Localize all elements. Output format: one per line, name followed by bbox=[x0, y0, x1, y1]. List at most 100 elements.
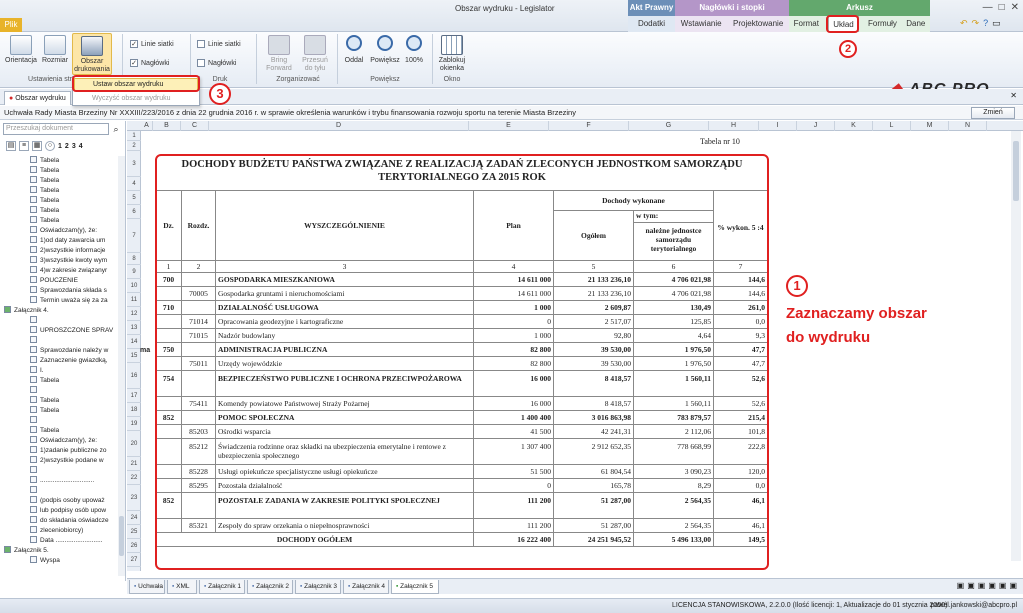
file-menu-button[interactable]: Plik bbox=[0, 18, 22, 32]
tab-format[interactable]: Format bbox=[794, 16, 819, 32]
naglowki-checkbox[interactable]: ✓ Nagłówki bbox=[130, 59, 169, 67]
tree-item[interactable]: do składania oświadcze bbox=[0, 516, 118, 526]
tree-item[interactable]: Oświadczam(y), że: bbox=[0, 436, 118, 446]
row-header[interactable]: 12 bbox=[127, 307, 141, 321]
tree-item[interactable]: Tabela bbox=[0, 166, 118, 176]
row-header[interactable]: 25 bbox=[127, 525, 141, 539]
row-header[interactable]: 7 bbox=[127, 219, 141, 253]
add-sheet-icon[interactable]: ▣ bbox=[957, 581, 965, 590]
row-header[interactable]: 9 bbox=[127, 265, 141, 279]
chart-view-icon[interactable]: ▦ bbox=[32, 141, 42, 151]
row-header[interactable]: 1 bbox=[127, 131, 141, 141]
level-1[interactable]: 1 bbox=[58, 143, 62, 150]
tree-item[interactable]: POUCZENIE bbox=[0, 276, 118, 286]
minimize-ribbon-icon[interactable]: ▭ bbox=[992, 18, 1001, 29]
column-header[interactable]: N bbox=[949, 121, 987, 131]
row-header[interactable]: 11 bbox=[127, 293, 141, 307]
row-header[interactable]: 18 bbox=[127, 403, 141, 417]
tree-item[interactable]: Sprawozdania składa s bbox=[0, 286, 118, 296]
oddal-button[interactable]: Oddal bbox=[342, 35, 366, 65]
undo-icon[interactable]: ↶ bbox=[960, 18, 968, 29]
row-header[interactable]: 5 bbox=[127, 191, 141, 205]
linie-siatki-checkbox[interactable]: ✓ Linie siatki bbox=[130, 40, 174, 48]
row-header[interactable]: 2 bbox=[127, 141, 141, 151]
chart-icon[interactable]: ▣ bbox=[999, 581, 1007, 590]
tree-item[interactable] bbox=[0, 416, 118, 426]
druk-naglowki-checkbox[interactable]: Nagłówki bbox=[197, 59, 236, 67]
column-header[interactable]: K bbox=[835, 121, 873, 131]
row-header[interactable]: 24 bbox=[127, 511, 141, 525]
tree-item[interactable]: Data .......................... bbox=[0, 536, 118, 546]
tree-item[interactable]: UPROSZCZONE SPRAV bbox=[0, 326, 118, 336]
tree-item[interactable]: Tabela bbox=[0, 396, 118, 406]
circle-icon[interactable]: ○ bbox=[45, 141, 55, 151]
tree-item[interactable]: 1)od daty zawarcia um bbox=[0, 236, 118, 246]
list-view-icon[interactable]: ≡ bbox=[19, 141, 29, 151]
tree-item[interactable] bbox=[0, 486, 118, 496]
tree-item[interactable]: Załącznik 5. bbox=[0, 546, 118, 556]
tree-item[interactable]: Tabela bbox=[0, 186, 118, 196]
tab-formuly[interactable]: Formuły bbox=[868, 16, 897, 32]
maximize-icon[interactable]: □ bbox=[999, 2, 1005, 13]
tree-item[interactable]: Tabela bbox=[0, 196, 118, 206]
help-icon[interactable]: ? bbox=[983, 18, 988, 29]
tab-dane[interactable]: Dane bbox=[906, 16, 925, 32]
tree-item[interactable]: Tabela bbox=[0, 426, 118, 436]
tree-item[interactable]: Sprawozdanie należy w bbox=[0, 346, 118, 356]
row-header[interactable]: 13 bbox=[127, 321, 141, 335]
column-header[interactable]: D bbox=[209, 121, 469, 131]
zoom-icon[interactable]: ▣ bbox=[1009, 581, 1017, 590]
tree-item[interactable]: Tabela bbox=[0, 206, 118, 216]
row-header[interactable]: 14 bbox=[127, 335, 141, 349]
column-header[interactable]: J bbox=[797, 121, 835, 131]
row-header[interactable]: 6 bbox=[127, 205, 141, 219]
sheet-tab[interactable]: ▪ Załącznik 1 bbox=[199, 580, 245, 594]
row-header[interactable]: 16 bbox=[127, 363, 141, 389]
sheet-tab[interactable]: ▪ Załącznik 2 bbox=[247, 580, 293, 594]
level-3[interactable]: 3 bbox=[72, 143, 76, 150]
sheet-tab[interactable]: ▪ XML bbox=[167, 580, 197, 594]
close-tab-icon[interactable]: ✕ bbox=[1010, 91, 1017, 100]
tab-wstawianie[interactable]: Wstawianie bbox=[681, 16, 722, 32]
column-header[interactable]: B bbox=[153, 121, 181, 131]
tree-item[interactable] bbox=[0, 386, 118, 396]
tab-dodatki[interactable]: Dodatki bbox=[638, 16, 665, 32]
scroll-thumb[interactable] bbox=[119, 516, 124, 556]
column-header[interactable]: H bbox=[709, 121, 759, 131]
tree-item[interactable]: Wyspa bbox=[0, 556, 118, 566]
close-icon[interactable]: ✕ bbox=[1011, 2, 1019, 13]
zmien-button[interactable]: Zmień bbox=[971, 107, 1015, 119]
level-2[interactable]: 2 bbox=[65, 143, 69, 150]
minimize-icon[interactable]: — bbox=[983, 2, 993, 13]
row-header[interactable]: 22 bbox=[127, 471, 141, 485]
copy-sheet-icon[interactable]: ▣ bbox=[967, 581, 975, 590]
column-header[interactable]: G bbox=[629, 121, 709, 131]
column-header[interactable]: E bbox=[469, 121, 549, 131]
tree-item[interactable]: Załącznik 4. bbox=[0, 306, 118, 316]
tree-item[interactable] bbox=[0, 466, 118, 476]
tab-obszar-wydruku[interactable]: ● Obszar wydruku bbox=[4, 91, 71, 105]
row-header[interactable]: 15 bbox=[127, 349, 141, 363]
tree-item[interactable]: .............................. bbox=[0, 476, 118, 486]
row-header[interactable]: 23 bbox=[127, 485, 141, 511]
tree-item[interactable]: lub podpisy osób upow bbox=[0, 506, 118, 516]
row-header[interactable]: 19 bbox=[127, 417, 141, 431]
wyczysc-obszar-menu-item[interactable]: Wyczyść obszar wydruku bbox=[74, 93, 198, 105]
zoom-100-button[interactable]: 100% bbox=[402, 35, 426, 65]
tree-view-icon[interactable]: ▤ bbox=[6, 141, 16, 151]
orientacja-button[interactable]: Orientacja bbox=[4, 35, 38, 65]
sheet-tab[interactable]: ▪ Załącznik 5 bbox=[391, 580, 439, 594]
tree-item[interactable]: Tabela bbox=[0, 406, 118, 416]
row-header[interactable]: 10 bbox=[127, 279, 141, 293]
powieksz-button[interactable]: Powiększ bbox=[370, 35, 400, 65]
column-header[interactable]: F bbox=[549, 121, 629, 131]
level-4[interactable]: 4 bbox=[79, 143, 83, 150]
tab-projektowanie[interactable]: Projektowanie bbox=[733, 16, 783, 32]
sheet-tab[interactable]: ▪ Załącznik 4 bbox=[343, 580, 389, 594]
obszar-drukowania-button[interactable]: Obszar drukowania bbox=[72, 33, 112, 75]
column-header[interactable]: C bbox=[181, 121, 209, 131]
tree-item[interactable]: 2)wszystkie informacje bbox=[0, 246, 118, 256]
tree-item[interactable]: Zaznaczenie gwiazdką, bbox=[0, 356, 118, 366]
tree-scrollbar[interactable] bbox=[118, 156, 125, 576]
row-header[interactable]: 27 bbox=[127, 553, 141, 567]
